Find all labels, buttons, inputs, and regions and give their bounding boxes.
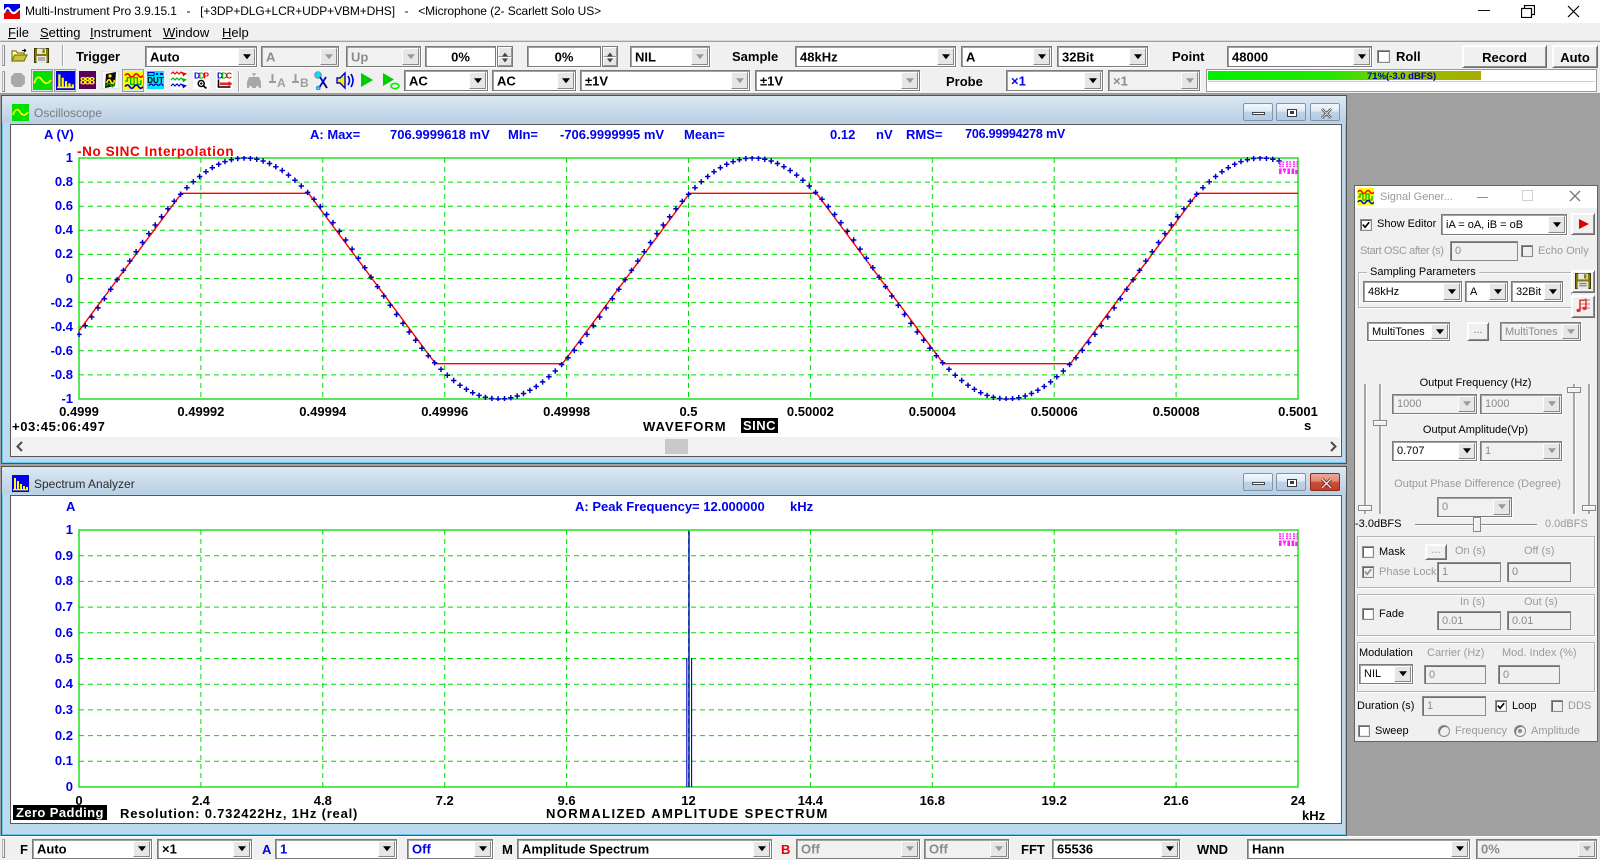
svg-text:DDC: DDC [217, 71, 232, 81]
svg-text:DDP: DDP [194, 71, 209, 81]
svg-text:888: 888 [80, 76, 95, 88]
svg-text:A: A [277, 76, 286, 89]
svg-text:B: B [300, 76, 309, 89]
